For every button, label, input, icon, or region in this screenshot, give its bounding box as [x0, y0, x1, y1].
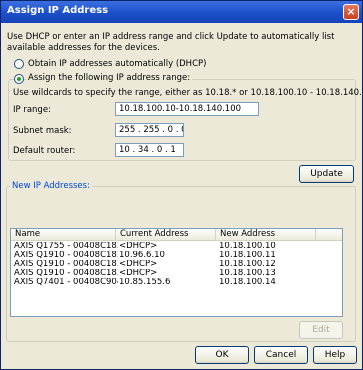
dialog-title: Assign IP Address — [7, 5, 109, 16]
default-router-input[interactable]: 10 . 34 . 0 . 1 — [115, 143, 184, 157]
cell-name: AXIS Q1910 - 00408C183A... — [14, 260, 118, 269]
assign-ip-dialog: Assign IP Address × Use DHCP or enter an… — [0, 0, 363, 370]
ip-range-input[interactable]: 10.18.100.10-10.18.140.100 — [115, 102, 259, 116]
cell-name: AXIS Q1910 - 00408C183A... — [14, 269, 118, 278]
cell-new: 10.18.100.12 — [219, 260, 276, 269]
range-label[interactable]: Assign the following IP address range: — [26, 73, 193, 83]
cell-name: AXIS Q1755 - 00408C18360A — [14, 242, 118, 251]
column-header-current[interactable]: Current Address — [116, 229, 216, 240]
cell-current: <DHCP> — [119, 242, 158, 251]
range-radio[interactable] — [14, 74, 24, 84]
column-header-new[interactable]: New Address — [216, 229, 316, 240]
help-button[interactable]: Help — [313, 346, 357, 364]
dhcp-label[interactable]: Obtain IP addresses automatically (DHCP) — [28, 59, 206, 69]
title-bar[interactable]: Assign IP Address × — [1, 1, 362, 23]
cell-current: <DHCP> — [119, 269, 158, 278]
table-row[interactable]: AXIS Q1910 - 00408C183A... 10.96.6.10 10… — [11, 251, 342, 260]
table-row[interactable]: AXIS Q1755 - 00408C18360A <DHCP> 10.18.1… — [11, 242, 342, 251]
table-row[interactable]: AXIS Q1910 - 00408C183A... <DHCP> 10.18.… — [11, 260, 342, 269]
wildcard-hint: Use wildcards to specify the range, eith… — [13, 88, 363, 98]
ip-range-label: IP range: — [13, 105, 51, 115]
default-router-label: Default router: — [13, 146, 76, 156]
cell-current: <DHCP> — [119, 260, 158, 269]
column-header-name[interactable]: Name — [11, 229, 116, 240]
cell-name: AXIS Q1910 - 00408C183A... — [14, 251, 118, 260]
cell-current: 10.96.6.10 — [119, 251, 165, 260]
close-icon[interactable]: × — [343, 4, 359, 20]
cell-new: 10.18.100.14 — [219, 278, 276, 287]
cell-new: 10.18.100.10 — [219, 242, 276, 251]
cell-new: 10.18.100.11 — [219, 251, 276, 260]
new-addresses-list[interactable]: Name Current Address New Address AXIS Q1… — [10, 228, 343, 317]
ok-button[interactable]: OK — [195, 346, 249, 364]
cancel-button[interactable]: Cancel — [254, 346, 308, 364]
dhcp-radio[interactable] — [14, 59, 24, 69]
table-row[interactable]: AXIS Q1910 - 00408C183A... <DHCP> 10.18.… — [11, 269, 342, 278]
cell-name: AXIS Q7401 - 00408C904B31 — [14, 278, 118, 287]
list-header: Name Current Address New Address — [11, 229, 342, 241]
cell-new: 10.18.100.13 — [219, 269, 276, 278]
new-addresses-label: New IP Addresses: — [10, 181, 92, 191]
intro-text: Use DHCP or enter an IP address range an… — [7, 32, 335, 53]
table-row[interactable]: AXIS Q7401 - 00408C904B31 10.85.155.6 10… — [11, 278, 342, 287]
subnet-mask-label: Subnet mask: — [13, 126, 72, 136]
cell-current: 10.85.155.6 — [119, 278, 171, 287]
update-button[interactable]: Update — [299, 165, 354, 183]
subnet-mask-input[interactable]: 255 . 255 . 0 . 0 — [115, 123, 184, 137]
edit-button[interactable]: Edit — [299, 321, 343, 339]
